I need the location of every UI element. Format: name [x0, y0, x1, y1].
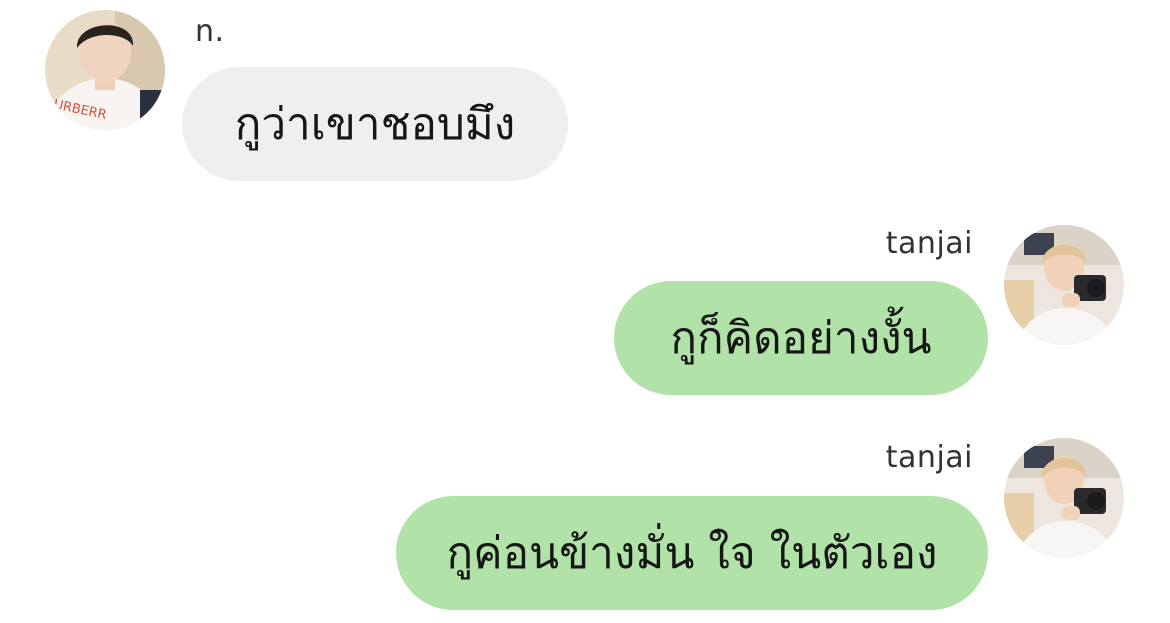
sender-name: tanjai [885, 226, 973, 261]
avatar-tanjai[interactable] [1004, 225, 1124, 345]
avatar-n[interactable]: URBERR [45, 10, 165, 130]
sender-name: n. [195, 14, 225, 49]
avatar-tanjai[interactable] [1004, 438, 1124, 558]
profile-photo-icon: URBERR [45, 10, 165, 130]
profile-photo-icon [1004, 225, 1124, 345]
profile-photo-icon [1004, 438, 1124, 558]
sender-name: tanjai [885, 440, 973, 475]
message-bubble-incoming[interactable]: กูว่าเขาชอบมึง [182, 67, 568, 181]
message-bubble-outgoing[interactable]: กูก็คิดอย่างงั้น [614, 281, 988, 395]
message-bubble-outgoing[interactable]: กูค่อนข้างมั่น ใจ ในตัวเอง [396, 496, 988, 610]
